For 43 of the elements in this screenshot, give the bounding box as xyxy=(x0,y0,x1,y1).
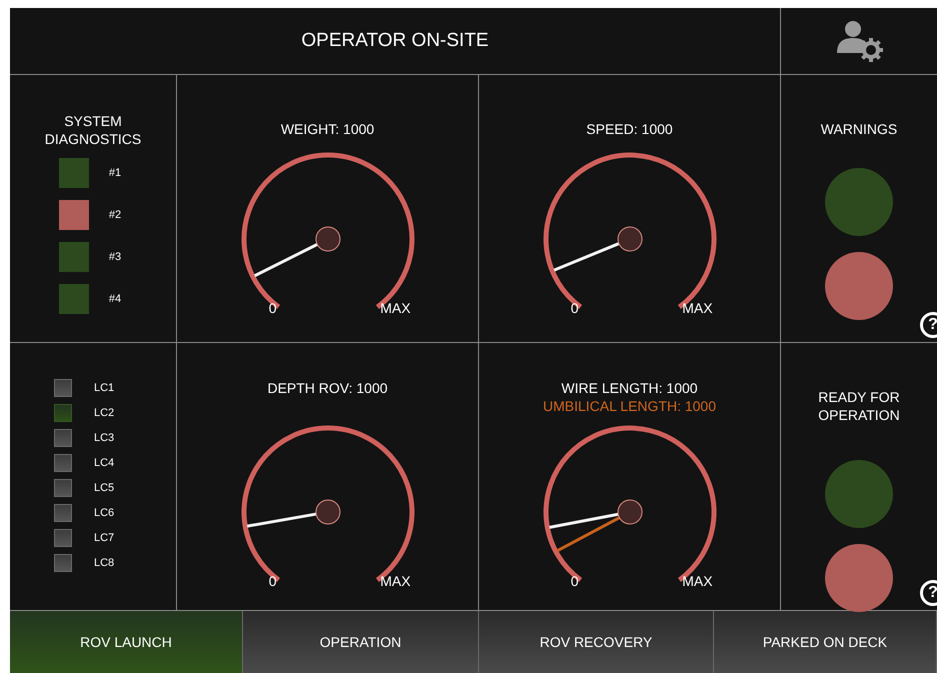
gauge-min-label: 0 xyxy=(268,572,276,589)
gauge-reading: WIRE LENGTH: 1000 xyxy=(561,379,698,397)
lc-label: LC7 xyxy=(94,532,114,544)
lc-label: LC1 xyxy=(94,382,114,394)
lc-checkbox[interactable] xyxy=(54,479,72,497)
lc-label: LC6 xyxy=(94,507,114,519)
stage-tab[interactable]: ROV RECOVERY xyxy=(479,611,714,673)
diagnostics-title: SYSTEM DIAGNOSTICS xyxy=(44,112,142,148)
lc-checkbox[interactable] xyxy=(54,404,72,422)
gauge-max-label: MAX xyxy=(380,572,410,589)
help-icon[interactable]: ? xyxy=(920,312,937,338)
gauge-min-label: 0 xyxy=(268,300,276,316)
gauge-reading: SPEED: 1000 xyxy=(586,120,673,138)
gauge-min-label: 0 xyxy=(570,300,578,316)
help-icon[interactable]: ? xyxy=(920,580,937,606)
status-title: WARNINGS xyxy=(820,120,898,138)
stage-tab[interactable]: OPERATION xyxy=(243,611,479,673)
lc-label: LC5 xyxy=(94,482,114,494)
diagnostic-label: #2 xyxy=(108,209,122,221)
gauge-max-label: MAX xyxy=(682,300,712,316)
lc-label: LC3 xyxy=(94,432,114,444)
gauge-max-label: MAX xyxy=(380,300,410,316)
lc-checkbox[interactable] xyxy=(54,379,72,397)
screen-title: OPERATOR ON-SITE xyxy=(301,30,489,52)
lc-label: LC8 xyxy=(94,557,114,569)
status-title: READY FOR OPERATION xyxy=(817,388,901,424)
diagnostic-label: #4 xyxy=(108,293,122,305)
lc-checkbox[interactable] xyxy=(54,554,72,572)
gauge-reading: DEPTH ROV: 1000 xyxy=(267,379,388,397)
diagnostic-label: #1 xyxy=(108,167,122,179)
stage-tab[interactable]: PARKED ON DECK xyxy=(714,611,937,673)
lc-checkbox[interactable] xyxy=(54,529,72,547)
gauge-max-label: MAX xyxy=(682,572,712,589)
lc-checkbox[interactable] xyxy=(54,504,72,522)
lc-label: LC4 xyxy=(94,457,114,469)
gauge-reading: UMBILICAL LENGTH: 1000 xyxy=(543,397,716,415)
diagnostic-label: #3 xyxy=(108,251,122,263)
stage-tab[interactable]: ROV LAUNCH xyxy=(10,611,243,673)
lc-checkbox[interactable] xyxy=(54,454,72,472)
gauge-min-label: 0 xyxy=(570,572,578,589)
lc-checkbox[interactable] xyxy=(54,429,72,447)
gauge-reading: WEIGHT: 1000 xyxy=(280,120,374,138)
lc-label: LC2 xyxy=(94,407,114,419)
